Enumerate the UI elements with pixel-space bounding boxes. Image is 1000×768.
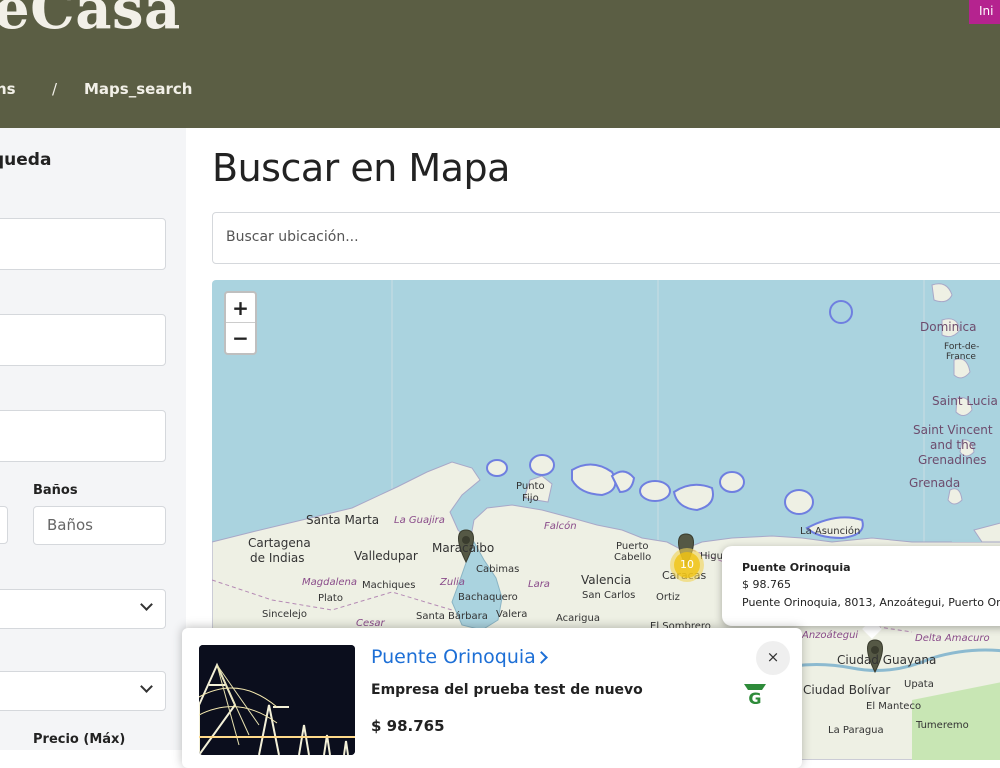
- location-search-input[interactable]: Buscar ubicación...: [212, 212, 1000, 264]
- map-label-zulia: Zulia: [440, 577, 465, 588]
- map-label-acarigua: Acarigua: [556, 613, 600, 624]
- login-button[interactable]: Ini: [969, 0, 1000, 24]
- map-label-valera: Valera: [496, 609, 528, 620]
- map-label-tumeremo: Tumeremo: [916, 720, 969, 731]
- map-label-cabimas: Cabimas: [476, 564, 520, 575]
- map-label-upata: Upata: [904, 679, 934, 690]
- brand-logo-text[interactable]: eCasa: [0, 0, 181, 42]
- breadcrumb-item-parent[interactable]: ns: [0, 80, 16, 98]
- bridge-image: [199, 645, 355, 755]
- map-label-france: France: [946, 352, 976, 362]
- property-title-link[interactable]: Puente Orinoquia: [371, 646, 536, 668]
- map-label-grenadines: Grenadines: [918, 453, 987, 467]
- map-label-saint-lucia: Saint Lucia: [932, 394, 998, 408]
- close-icon[interactable]: ×: [756, 641, 790, 675]
- svg-text:G: G: [748, 689, 761, 708]
- map-label-dominica: Dominica: [920, 320, 977, 334]
- map-label-lara: Lara: [528, 579, 550, 590]
- map-label-plato: Plato: [318, 593, 343, 604]
- filter-select-1[interactable]: [0, 589, 166, 629]
- chevron-down-icon: [140, 598, 153, 611]
- map-label-puerto-cabello-2: Cabello: [614, 552, 652, 563]
- property-photo[interactable]: [199, 645, 355, 755]
- map-label-la-paragua: La Paragua: [828, 725, 884, 736]
- map-label-and-the: and the: [930, 438, 977, 452]
- map-label-cartagena-1: Cartagena: [248, 536, 311, 550]
- map-label-punto-fijo-2: Fijo: [522, 493, 539, 504]
- map-label-santa-barbara: Santa Bárbara: [416, 611, 488, 622]
- map-popup[interactable]: Puente Orinoquia $ 98.765 Puente Orinoqu…: [722, 546, 1000, 626]
- banos-input[interactable]: Baños: [33, 506, 166, 545]
- map-label-magdalena: Magdalena: [302, 577, 357, 588]
- site-header: eCasa Ini ns / Maps_search: [0, 0, 1000, 128]
- map-label-ciudad-bolivar: Ciudad Bolívar: [803, 683, 891, 697]
- search-placeholder: Buscar ubicación...: [226, 229, 359, 245]
- popup-title: Puente Orinoquia: [742, 561, 851, 574]
- map-label-el-manteco: El Manteco: [866, 701, 922, 712]
- map-label-machiques: Machiques: [362, 580, 416, 591]
- popup-address: Puente Orinoquia, 8013, Anzoátegui, Puer…: [742, 596, 1000, 609]
- filter-input-3[interactable]: [0, 410, 166, 462]
- cluster-count: 10: [674, 552, 700, 578]
- filter-select-2[interactable]: [0, 671, 166, 711]
- property-price: $ 98.765: [371, 717, 445, 735]
- map-label-anzoategui: Anzoátegui: [802, 630, 859, 641]
- banos-label: Baños: [33, 483, 78, 498]
- breadcrumb-separator: /: [52, 80, 58, 98]
- map-label-falcon: Falcón: [544, 521, 577, 532]
- map-label-ortiz: Ortiz: [656, 592, 680, 603]
- map-label-ciudad-guayana: Ciudad Guayana: [837, 653, 937, 667]
- map-label-grenada: Grenada: [909, 476, 961, 490]
- map-label-fort-de-france: Fort-de-: [944, 342, 980, 352]
- zoom-out-button[interactable]: −: [226, 323, 255, 353]
- banos-placeholder: Baños: [47, 516, 93, 534]
- marker-cluster[interactable]: 10: [670, 548, 704, 582]
- map-label-cartagena-2: de Indias: [250, 551, 305, 565]
- popup-price: $ 98.765: [742, 578, 791, 591]
- sidebar-title: queda: [0, 150, 52, 170]
- map-label-la-asuncion: La Asunción: [800, 526, 861, 537]
- map-label-la-guajira: La Guajira: [394, 515, 445, 526]
- filter-sidebar: queda Baños Baños Precio (Máx): [0, 128, 186, 750]
- filter-input-2[interactable]: [0, 314, 166, 366]
- map-label-maracaibo: Maracaibo: [432, 541, 495, 555]
- property-card[interactable]: Puente Orinoquia Empresa del prueba test…: [182, 628, 802, 768]
- precio-max-label: Precio (Máx): [33, 732, 126, 747]
- map-label-bachaquero: Bachaquero: [458, 592, 518, 603]
- zoom-in-button[interactable]: +: [226, 293, 255, 323]
- chevron-right-icon[interactable]: [535, 651, 548, 664]
- map-label-puerto-cabello-1: Puerto: [616, 541, 649, 552]
- map-label-saint-vincent: Saint Vincent: [913, 423, 993, 437]
- map-label-delta-amacuro: Delta Amacuro: [915, 633, 990, 644]
- filter-input-rooms[interactable]: [0, 506, 8, 544]
- map-label-valencia: Valencia: [581, 573, 632, 587]
- company-logo-icon: G: [744, 684, 766, 708]
- map-label-santa-marta: Santa Marta: [306, 513, 380, 527]
- property-company: Empresa del prueba test de nuevo: [371, 682, 643, 698]
- page-title: Buscar en Mapa: [212, 146, 510, 190]
- map-label-sincelejo: Sincelejo: [262, 609, 307, 620]
- chevron-down-icon: [140, 680, 153, 693]
- map-label-valledupar: Valledupar: [354, 549, 418, 563]
- breadcrumb-item-current: Maps_search: [84, 80, 193, 98]
- map-label-punto-fijo-1: Punto: [516, 481, 545, 492]
- zoom-control: + −: [224, 291, 257, 355]
- map-label-san-carlos: San Carlos: [582, 590, 636, 601]
- filter-input-1[interactable]: [0, 218, 166, 270]
